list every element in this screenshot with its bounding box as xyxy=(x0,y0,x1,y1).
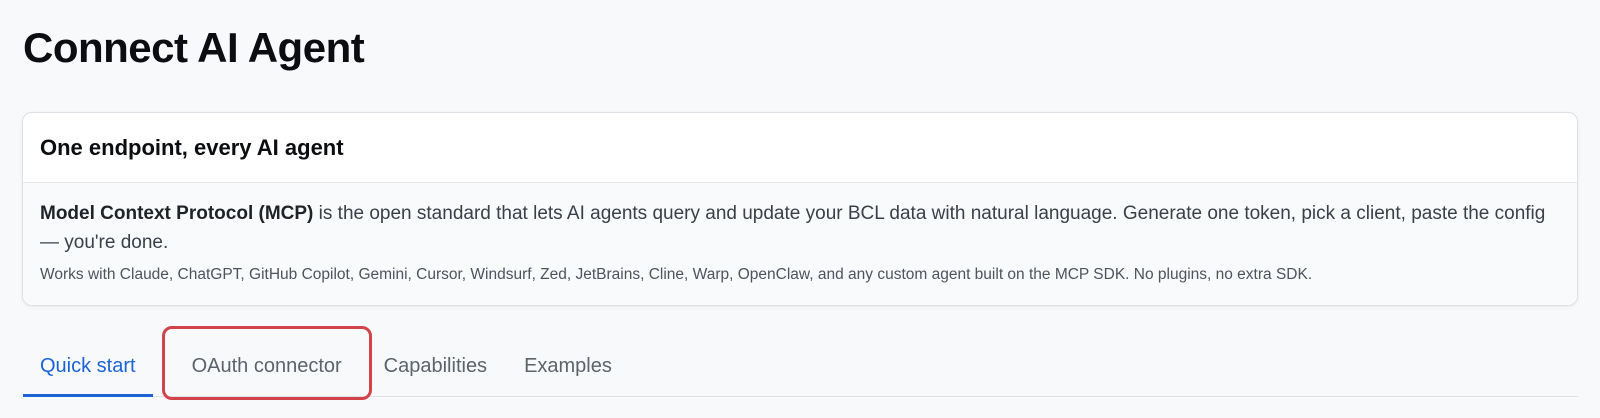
tab-examples[interactable]: Examples xyxy=(507,336,629,396)
card-body: Model Context Protocol (MCP) is the open… xyxy=(23,183,1577,305)
works-with-text: Works with Claude, ChatGPT, GitHub Copil… xyxy=(40,266,1313,283)
tab-bar: Quick start OAuth connector Capabilities… xyxy=(23,326,1578,400)
intro-bold: Model Context Protocol (MCP) xyxy=(40,203,314,224)
page-title: Connect AI Agent xyxy=(23,24,365,71)
tab-oauth-connector[interactable]: OAuth connector xyxy=(161,326,372,400)
tab-label: Quick start xyxy=(40,354,136,377)
tab-quick-start[interactable]: Quick start xyxy=(23,336,153,397)
tab-label: Capabilities xyxy=(383,354,488,377)
card-title: One endpoint, every AI agent xyxy=(40,134,344,160)
page: Connect AI Agent One endpoint, every AI … xyxy=(0,0,1600,418)
tab-label: OAuth connector xyxy=(191,354,342,377)
tab-capabilities[interactable]: Capabilities xyxy=(367,336,504,396)
card-header: One endpoint, every AI agent xyxy=(23,113,1577,183)
intro-text: Model Context Protocol (MCP) is the open… xyxy=(40,199,1560,257)
mcp-intro-card: One endpoint, every AI agent Model Conte… xyxy=(22,112,1578,306)
tab-label: Examples xyxy=(524,354,612,377)
